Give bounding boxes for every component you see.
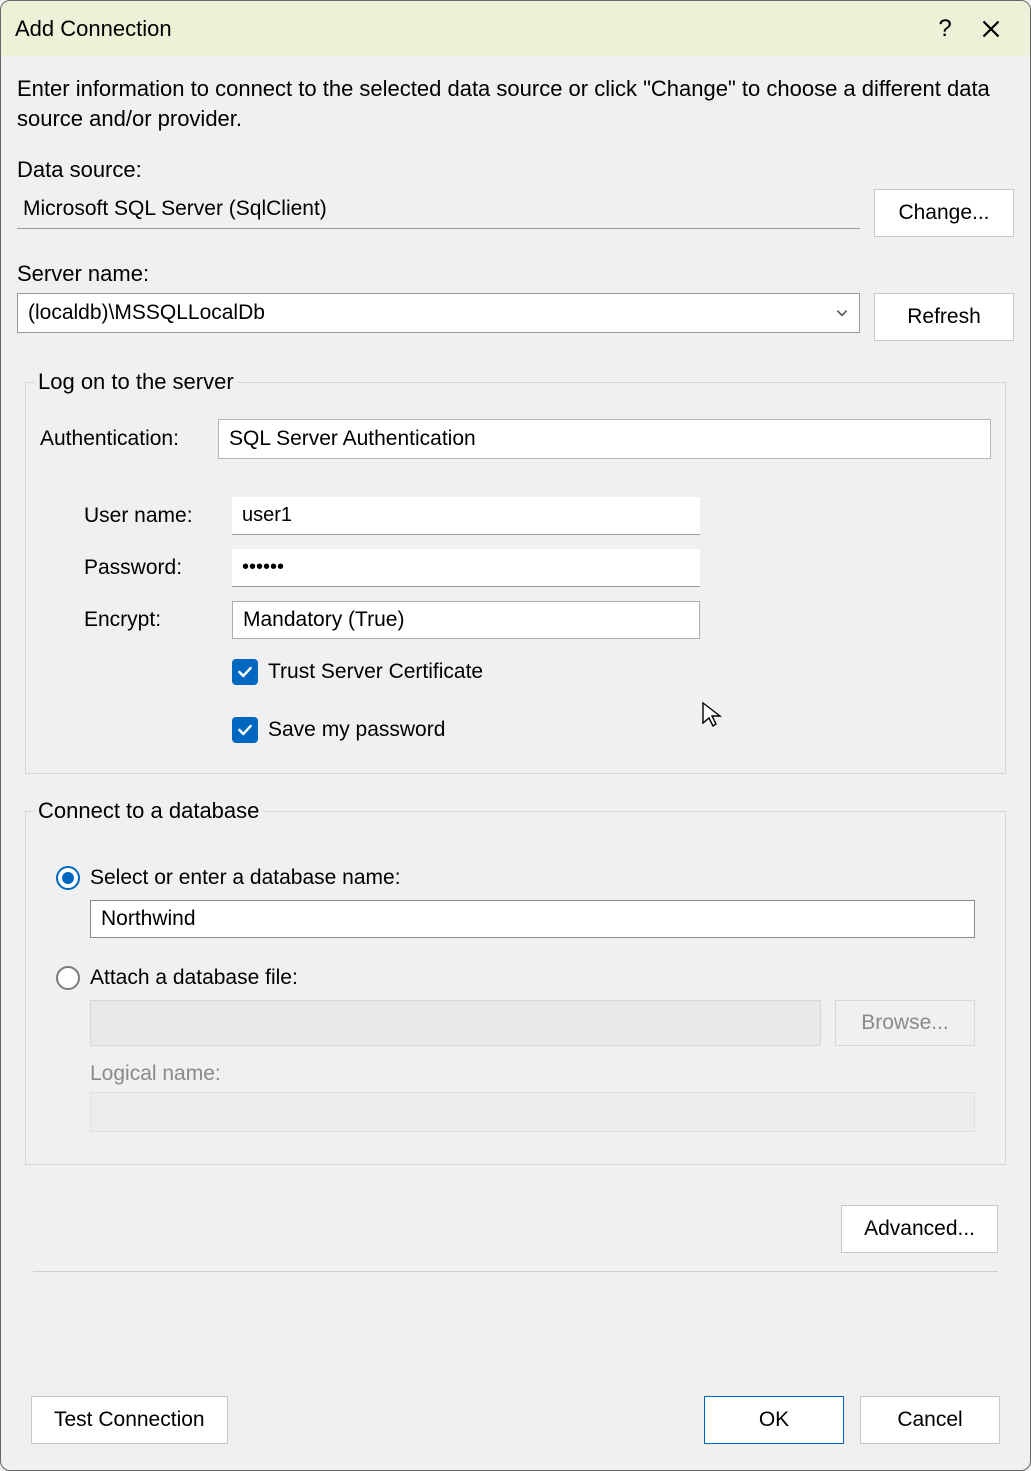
dialog-title: Add Connection bbox=[15, 16, 922, 42]
refresh-button[interactable]: Refresh bbox=[874, 293, 1014, 341]
attach-file-input bbox=[90, 1000, 821, 1046]
advanced-button[interactable]: Advanced... bbox=[841, 1205, 998, 1253]
browse-button: Browse... bbox=[835, 1000, 975, 1046]
database-group: Connect to a database Select or enter a … bbox=[25, 798, 1006, 1165]
username-label: User name: bbox=[84, 504, 224, 528]
trust-certificate-label: Trust Server Certificate bbox=[268, 660, 483, 684]
dialog-footer: Test Connection OK Cancel bbox=[1, 1396, 1030, 1444]
data-source-input[interactable] bbox=[17, 189, 860, 229]
encrypt-label: Encrypt: bbox=[84, 608, 224, 632]
add-connection-dialog: Add Connection ? Enter information to co… bbox=[0, 0, 1031, 1471]
server-name-label: Server name: bbox=[17, 261, 1014, 287]
server-name-value: (localdb)\MSSQLLocalDb bbox=[28, 301, 833, 325]
authentication-value: SQL Server Authentication bbox=[229, 427, 980, 451]
ok-button[interactable]: OK bbox=[704, 1396, 844, 1444]
authentication-combo[interactable]: SQL Server Authentication bbox=[218, 419, 991, 459]
data-source-label: Data source: bbox=[17, 157, 1014, 183]
encrypt-value: Mandatory (True) bbox=[243, 608, 689, 632]
server-name-combo[interactable]: (localdb)\MSSQLLocalDb bbox=[17, 293, 860, 333]
separator bbox=[33, 1271, 998, 1272]
username-input[interactable] bbox=[232, 497, 700, 535]
help-icon[interactable]: ? bbox=[922, 6, 968, 52]
database-name-value: Northwind bbox=[101, 907, 964, 931]
database-name-combo[interactable]: Northwind bbox=[90, 900, 975, 938]
authentication-label: Authentication: bbox=[40, 427, 200, 451]
password-label: Password: bbox=[84, 556, 224, 580]
logon-legend: Log on to the server bbox=[34, 369, 238, 395]
password-input[interactable] bbox=[232, 549, 700, 587]
chevron-down-icon bbox=[833, 304, 851, 322]
database-legend: Connect to a database bbox=[34, 798, 263, 824]
intro-text: Enter information to connect to the sele… bbox=[17, 74, 1014, 133]
logical-name-label: Logical name: bbox=[90, 1062, 975, 1086]
titlebar: Add Connection ? bbox=[1, 1, 1030, 56]
close-icon[interactable] bbox=[968, 6, 1014, 52]
cancel-button[interactable]: Cancel bbox=[860, 1396, 1000, 1444]
trust-certificate-checkbox[interactable] bbox=[232, 659, 258, 685]
test-connection-button[interactable]: Test Connection bbox=[31, 1396, 228, 1444]
change-button[interactable]: Change... bbox=[874, 189, 1014, 237]
save-password-checkbox[interactable] bbox=[232, 717, 258, 743]
attach-file-radio[interactable] bbox=[56, 966, 80, 990]
logical-name-input bbox=[90, 1092, 975, 1132]
select-db-label: Select or enter a database name: bbox=[90, 866, 401, 890]
save-password-label: Save my password bbox=[268, 718, 445, 742]
logon-group: Log on to the server Authentication: SQL… bbox=[25, 369, 1006, 774]
select-db-radio[interactable] bbox=[56, 866, 80, 890]
attach-file-label: Attach a database file: bbox=[90, 966, 298, 990]
encrypt-combo[interactable]: Mandatory (True) bbox=[232, 601, 700, 639]
